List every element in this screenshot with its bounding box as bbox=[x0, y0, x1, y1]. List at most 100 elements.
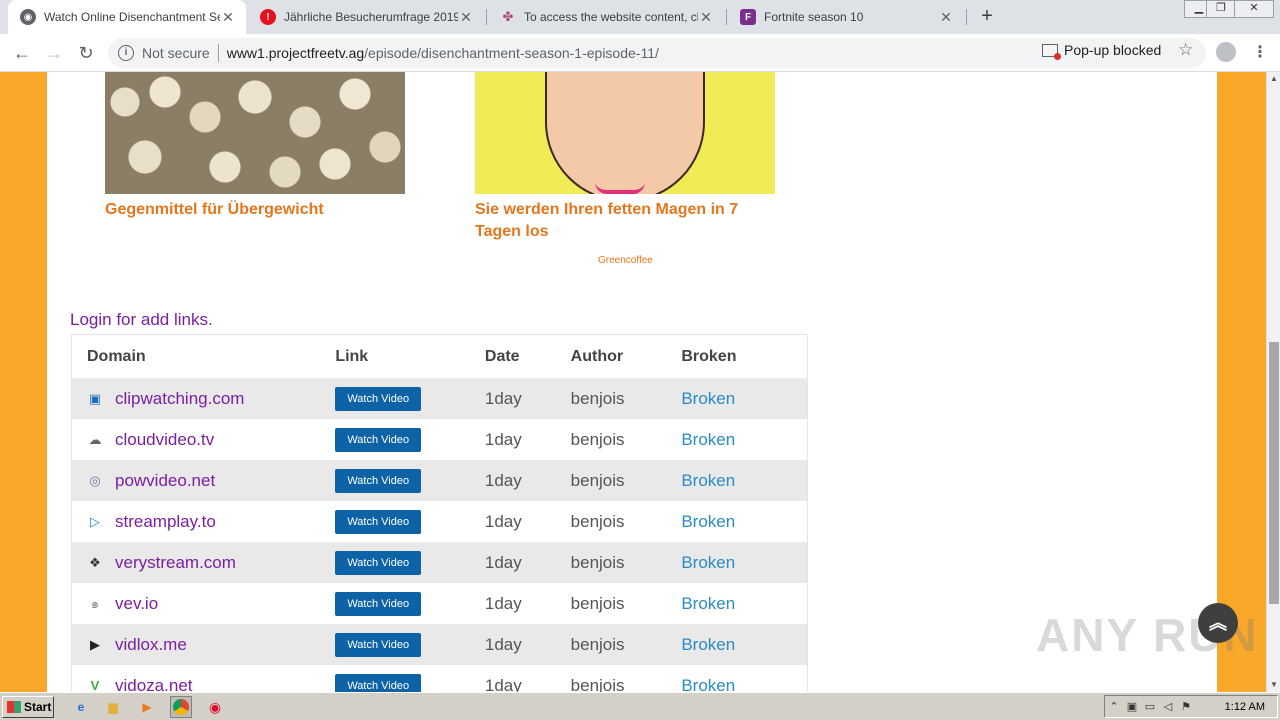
network-icon[interactable]: ▣ bbox=[1123, 700, 1141, 713]
row-author: benjois bbox=[570, 429, 625, 449]
security-indicator[interactable]: Not secure bbox=[142, 45, 210, 61]
domain-link[interactable]: vidoza.net bbox=[115, 676, 193, 693]
play-square-icon: ▶ bbox=[90, 636, 100, 652]
flag-icon[interactable]: ⚑ bbox=[1177, 700, 1195, 713]
header-link: Link bbox=[335, 347, 369, 365]
watch-video-button[interactable]: Watch Video bbox=[335, 509, 422, 534]
play-box-icon: ▣ bbox=[88, 390, 102, 406]
media-player-icon[interactable]: ▶ bbox=[138, 698, 156, 716]
url-host: www1.projectfreetv.ag bbox=[226, 45, 365, 61]
table-header: Domain Link Date Author Broken bbox=[72, 335, 807, 378]
tab-website-content[interactable]: ✤ To access the website content, click ✕ bbox=[488, 0, 724, 34]
domain-link[interactable]: streamplay.to bbox=[115, 512, 216, 532]
table-row: ◎ powvideo.net Watch Video 1day benjois B… bbox=[72, 460, 807, 501]
ad-image-chickpeas[interactable] bbox=[105, 72, 405, 194]
scroll-down-arrow-icon[interactable]: ▼ bbox=[1267, 678, 1280, 692]
login-link[interactable]: Login for add links. bbox=[70, 310, 213, 330]
start-label: Start bbox=[24, 699, 52, 714]
menu-icon[interactable]: ⋮ bbox=[1252, 42, 1268, 62]
watch-video-button[interactable]: Watch Video bbox=[335, 468, 422, 493]
broken-link[interactable]: Broken bbox=[681, 389, 807, 409]
clock[interactable]: 1:12 AM bbox=[1225, 701, 1265, 713]
row-date: 1day bbox=[484, 552, 522, 572]
watch-video-button[interactable]: Watch Video bbox=[335, 591, 422, 616]
close-icon[interactable]: ✕ bbox=[458, 9, 474, 26]
monitor-icon[interactable]: ▭ bbox=[1141, 700, 1159, 713]
domain-link[interactable]: powvideo.net bbox=[115, 471, 215, 491]
tab-separator bbox=[726, 9, 727, 25]
reload-button[interactable]: ↻ bbox=[74, 41, 98, 65]
broken-link[interactable]: Broken bbox=[681, 553, 807, 573]
page-content: Gegenmittel für Übergewicht Sie werden I… bbox=[47, 72, 1217, 692]
new-tab-button[interactable]: + bbox=[976, 6, 998, 28]
omnibox-divider bbox=[217, 44, 219, 62]
close-window-button[interactable]: ✕ bbox=[1234, 0, 1274, 18]
windows-taskbar: Start e ▆ ▶ ◉ ⌃ ▣ ▭ ◁ ⚑ 1:12 AM bbox=[0, 692, 1280, 720]
ad-caption-link[interactable]: Sie werden Ihren fetten Magen in 7 Tagen… bbox=[475, 199, 795, 243]
watch-video-button[interactable]: Watch Video bbox=[335, 632, 422, 657]
watch-video-button[interactable]: Watch Video bbox=[335, 427, 422, 452]
watch-video-button[interactable]: Watch Video bbox=[335, 673, 422, 692]
tab-strip: ◉ Watch Online Disenchantment Seaso ✕ ! … bbox=[0, 0, 1280, 34]
ad-image-belly[interactable] bbox=[475, 72, 775, 194]
broken-link[interactable]: Broken bbox=[681, 512, 807, 532]
tab-separator bbox=[966, 9, 967, 25]
scroll-up-arrow-icon[interactable]: ▲ bbox=[1267, 72, 1280, 86]
chrome-icon[interactable] bbox=[170, 696, 192, 718]
close-icon[interactable]: ✕ bbox=[698, 9, 714, 26]
volume-icon[interactable]: ◁ bbox=[1159, 700, 1177, 713]
opera-icon[interactable]: ◉ bbox=[206, 698, 224, 716]
folder-icon[interactable]: ▆ bbox=[104, 698, 122, 716]
row-date: 1day bbox=[484, 429, 522, 449]
ad-caption-line: Tagen los bbox=[475, 223, 549, 240]
forward-button[interactable]: → bbox=[42, 41, 66, 65]
url-path: /episode/disenchantment-season-1-episode… bbox=[364, 45, 659, 61]
domain-link[interactable]: vev.io bbox=[115, 594, 158, 614]
fortnite-icon: F bbox=[740, 9, 756, 25]
tray-expand-icon[interactable]: ⌃ bbox=[1105, 700, 1123, 713]
row-date: 1day bbox=[484, 675, 522, 693]
domain-link[interactable]: cloudvideo.tv bbox=[115, 430, 214, 450]
profile-avatar[interactable] bbox=[1216, 42, 1236, 62]
broken-link[interactable]: Broken bbox=[681, 635, 807, 655]
tab-title: To access the website content, click bbox=[524, 10, 698, 24]
tab-title: Fortnite season 10 bbox=[764, 10, 864, 24]
tab-title: Jährliche Besucherumfrage 2019 bbox=[284, 10, 458, 24]
close-icon[interactable]: ✕ bbox=[938, 9, 954, 26]
bookmark-star-icon[interactable]: ☆ bbox=[1178, 40, 1193, 60]
back-button[interactable]: ← bbox=[10, 41, 34, 65]
table-row: ▣ clipwatching.com Watch Video 1day benjo… bbox=[72, 378, 807, 419]
watch-video-button[interactable]: Watch Video bbox=[335, 550, 422, 575]
ad-caption-link[interactable]: Gegenmittel für Übergewicht bbox=[105, 199, 425, 221]
broken-link[interactable]: Broken bbox=[681, 471, 807, 491]
scroll-to-top-button[interactable]: ︽ bbox=[1198, 603, 1238, 643]
info-icon[interactable]: i bbox=[118, 45, 134, 61]
broken-link[interactable]: Broken bbox=[681, 594, 807, 614]
puzzle-icon: ✤ bbox=[502, 9, 514, 24]
vertical-scrollbar[interactable]: ▲ ▼ bbox=[1266, 72, 1280, 692]
popup-blocked-indicator[interactable]: Pop-up blocked bbox=[1042, 42, 1161, 60]
domain-link[interactable]: vidlox.me bbox=[115, 635, 187, 655]
start-button[interactable]: Start bbox=[2, 695, 54, 718]
row-author: benjois bbox=[570, 552, 625, 572]
ad-source-link[interactable]: Greencoffee bbox=[598, 255, 653, 266]
broken-link[interactable]: Broken bbox=[681, 676, 807, 693]
circle-icon: ◎ bbox=[89, 472, 101, 488]
browser-toolbar: ← → ↻ i Not secure www1.projectfreetv.ag… bbox=[0, 34, 1280, 72]
scrollbar-thumb[interactable] bbox=[1269, 342, 1279, 604]
domain-link[interactable]: clipwatching.com bbox=[115, 389, 244, 409]
close-icon[interactable]: ✕ bbox=[220, 9, 236, 26]
tab-disenchantment[interactable]: ◉ Watch Online Disenchantment Seaso ✕ bbox=[8, 0, 246, 34]
tab-fortnite[interactable]: F Fortnite season 10 ✕ bbox=[728, 0, 964, 34]
v-logo-icon: V bbox=[90, 677, 100, 693]
watch-video-button[interactable]: Watch Video bbox=[335, 386, 422, 411]
ad-illustration-detail bbox=[595, 182, 645, 194]
ie-icon[interactable]: e bbox=[72, 698, 90, 716]
broken-link[interactable]: Broken bbox=[681, 430, 807, 450]
spiral-icon: ๑ bbox=[90, 595, 100, 611]
row-author: benjois bbox=[570, 634, 625, 654]
row-author: benjois bbox=[570, 470, 625, 490]
maximize-button[interactable]: ❐ bbox=[1206, 0, 1236, 18]
tab-besucherumfrage[interactable]: ! Jährliche Besucherumfrage 2019 ✕ bbox=[248, 0, 484, 34]
domain-link[interactable]: verystream.com bbox=[115, 553, 236, 573]
